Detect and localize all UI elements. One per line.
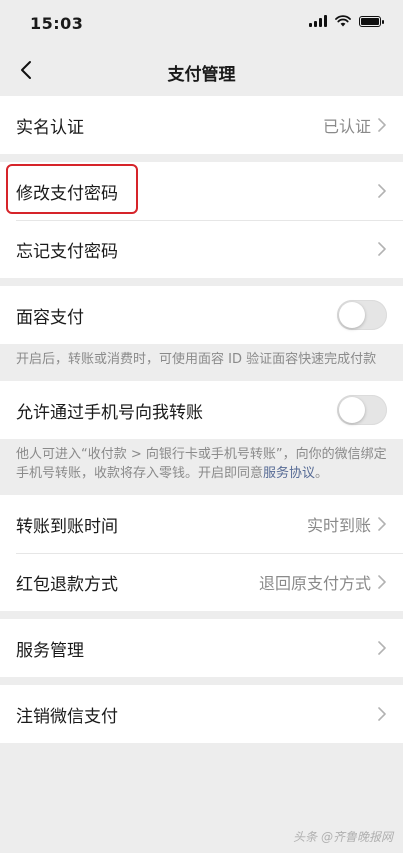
faceid-toggle[interactable]	[337, 300, 387, 330]
phone-transfer-row: 允许通过手机号向我转账	[0, 381, 403, 439]
chevron-right-icon	[378, 707, 386, 721]
refund-method-label: 红包退款方式	[16, 574, 118, 595]
toggle-knob	[339, 302, 365, 328]
chevron-right-icon	[378, 517, 386, 531]
chevron-right-icon	[378, 641, 386, 655]
chevron-right-icon	[378, 575, 386, 589]
phone-transfer-note-end: 。	[315, 466, 329, 481]
toggle-knob	[339, 397, 365, 423]
faceid-note: 开启后，转账或消费时，可使用面容 ID 验证面容快速完成付款	[16, 352, 377, 367]
change-password-row[interactable]: 修改支付密码	[0, 162, 403, 220]
phone-transfer-label: 允许通过手机号向我转账	[16, 402, 203, 423]
phone-transfer-note: 他人可进入“收付款 > 向银行卡或手机号转账”，向你的微信绑定手机号转账，收款将…	[0, 439, 403, 495]
change-password-label: 修改支付密码	[16, 183, 118, 204]
phone-transfer-note-text: 他人可进入“收付款 > 向银行卡或手机号转账”，向你的微信绑定手机号转账，收款将…	[16, 447, 387, 481]
service-management-label: 服务管理	[16, 640, 84, 661]
group-faceid: 面容支付	[0, 286, 403, 344]
chevron-right-icon	[378, 118, 386, 132]
arrival-time-label: 转账到账时间	[16, 516, 118, 537]
faceid-label: 面容支付	[16, 307, 84, 328]
status-icons	[309, 15, 384, 27]
watermark: 头条 @齐鲁晚报网	[293, 830, 393, 844]
chevron-right-icon	[378, 242, 386, 256]
wifi-icon	[335, 15, 351, 27]
arrival-time-row[interactable]: 转账到账时间 实时到账	[0, 495, 403, 553]
group-transfer: 转账到账时间 实时到账 红包退款方式 退回原支付方式	[0, 495, 403, 611]
realname-value: 已认证	[322, 117, 371, 136]
service-agreement-link[interactable]: 服务协议	[263, 466, 315, 481]
service-management-row[interactable]: 服务管理	[0, 619, 403, 677]
phone-transfer-toggle[interactable]	[337, 395, 387, 425]
group-password: 修改支付密码 忘记支付密码	[0, 162, 403, 278]
signal-icon	[309, 15, 327, 27]
group-cancel: 注销微信支付	[0, 685, 403, 743]
refund-method-value: 退回原支付方式	[258, 574, 371, 593]
arrival-time-value: 实时到账	[306, 516, 371, 535]
status-time: 15:03	[30, 14, 84, 33]
group-realname: 实名认证 已认证	[0, 96, 403, 154]
group-service: 服务管理	[0, 619, 403, 677]
forgot-password-row[interactable]: 忘记支付密码	[0, 220, 403, 278]
realname-row[interactable]: 实名认证 已认证	[0, 96, 403, 154]
realname-label: 实名认证	[16, 117, 84, 138]
battery-icon	[359, 15, 384, 27]
refund-method-row[interactable]: 红包退款方式 退回原支付方式	[0, 553, 403, 611]
cancel-wechat-pay-label: 注销微信支付	[16, 706, 118, 727]
status-bar: 15:03	[0, 0, 403, 48]
chevron-right-icon	[378, 184, 386, 198]
nav-bar: 支付管理	[0, 48, 403, 96]
forgot-password-label: 忘记支付密码	[16, 241, 118, 262]
faceid-row: 面容支付	[0, 286, 403, 344]
cancel-wechat-pay-row[interactable]: 注销微信支付	[0, 685, 403, 743]
page-title: 支付管理	[167, 65, 236, 85]
group-phone-transfer: 允许通过手机号向我转账	[0, 381, 403, 439]
